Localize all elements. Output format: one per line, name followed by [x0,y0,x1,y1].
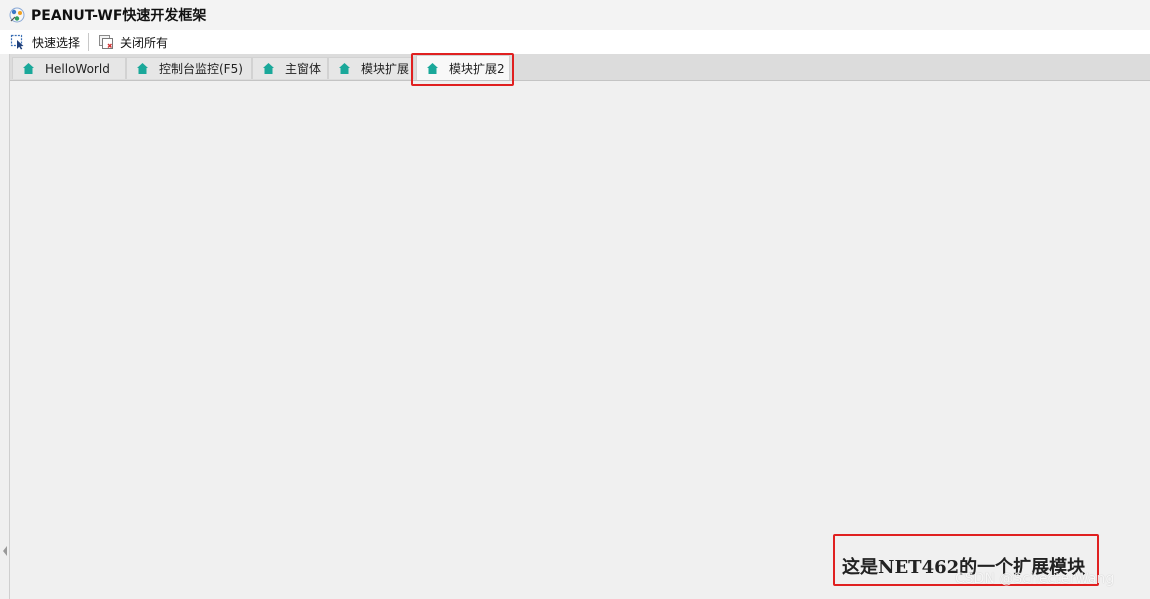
window-title: PEANUT-WF快速开发框架 [31,8,207,24]
home-icon [23,63,34,74]
quick-select-label: 快速选择 [32,35,81,50]
tab-label: 主窗体 [285,62,322,76]
left-panel-edge [0,54,10,599]
home-icon [263,63,274,74]
toolbar: 快速选择 关闭所有 [0,30,1150,54]
close-windows-icon [99,35,114,49]
tab-label: 模块扩展 [361,62,410,76]
app-logo-icon [9,7,25,23]
watermark-text: CSDN @SchecterWang [955,571,1115,587]
tab-content-area [11,81,1150,599]
active-tab-highlight [411,53,514,86]
home-icon [339,63,350,74]
home-icon [137,63,148,74]
tab-label: 控制台监控(F5) [159,62,243,76]
tab-module-extension[interactable]: 模块扩展 [328,57,414,79]
close-all-button[interactable]: 关闭所有 [94,31,172,53]
toolbar-separator [88,33,90,51]
tab-main-window[interactable]: 主窗体 [252,57,328,79]
title-bar: PEANUT-WF快速开发框架 [0,0,1150,30]
tab-label: HelloWorld [45,61,110,76]
cursor-select-icon [10,34,24,50]
splitter-collapse-icon[interactable] [3,546,7,556]
close-all-label: 关闭所有 [120,35,169,50]
quick-select-button[interactable]: 快速选择 [6,31,84,53]
document-tab-strip: HelloWorld 控制台监控(F5) 主窗体 模块扩展 模块扩展2 [10,54,1150,81]
tab-console-monitor[interactable]: 控制台监控(F5) [126,57,252,79]
tab-helloworld[interactable]: HelloWorld [12,57,126,79]
